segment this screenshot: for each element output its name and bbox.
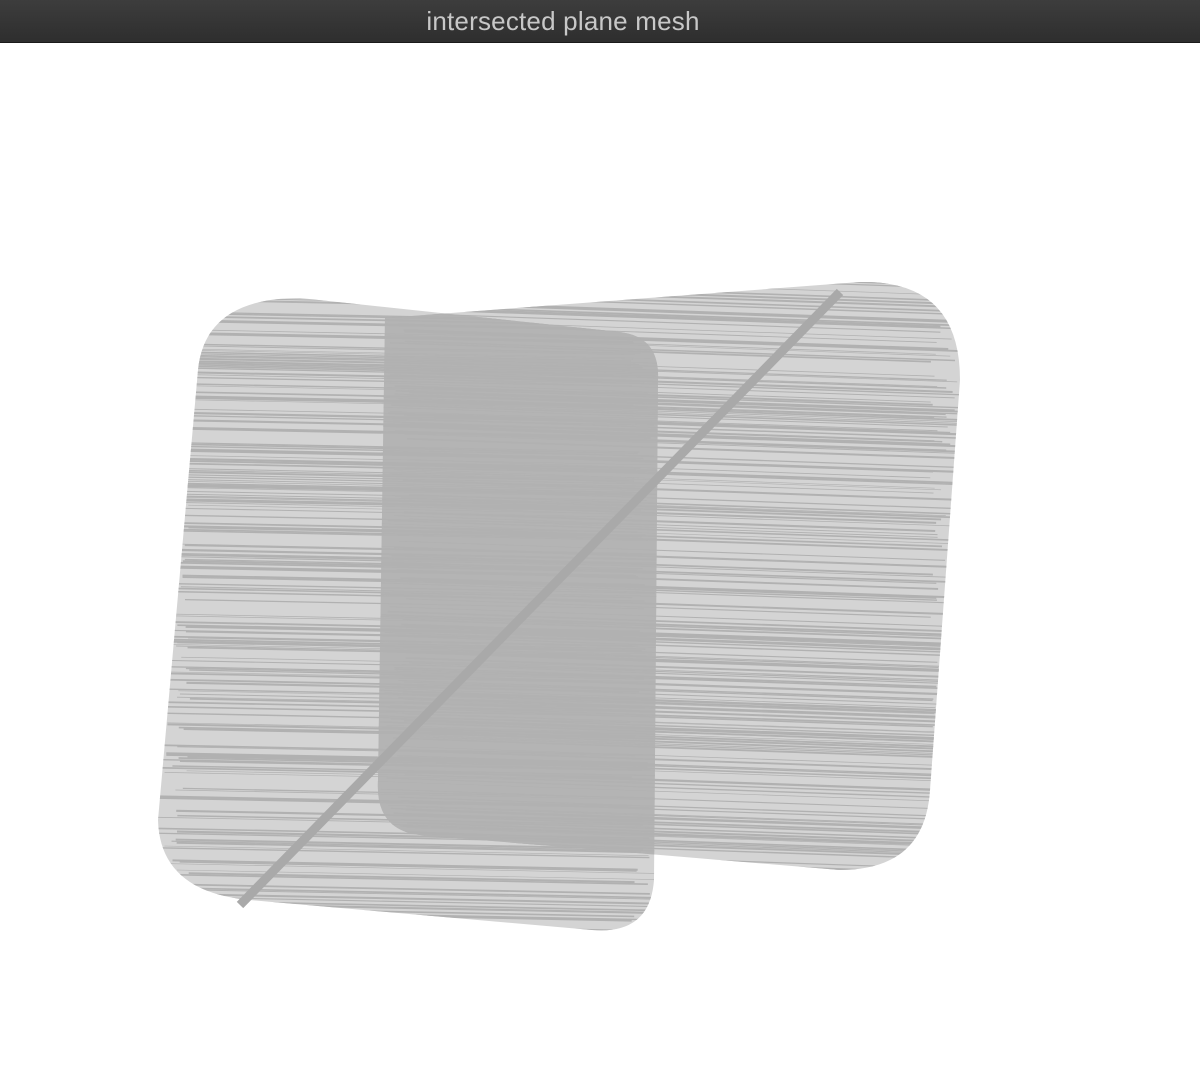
mesh-scanline <box>396 252 959 272</box>
mesh-scanline <box>182 283 665 293</box>
mesh-scanline <box>184 937 646 946</box>
mesh-scanline <box>184 930 659 931</box>
render-viewport[interactable] <box>0 43 1200 1074</box>
mesh-scanline <box>172 298 641 303</box>
mesh-scanline <box>176 934 631 943</box>
mesh-scanline <box>178 280 668 290</box>
mesh-scanline <box>180 276 648 285</box>
mesh-scanline <box>396 256 937 275</box>
mesh-scanline <box>393 281 960 283</box>
mesh-scanline <box>399 281 960 287</box>
mesh-scanline <box>399 260 950 279</box>
title-bar[interactable]: intersected plane mesh <box>0 0 1200 43</box>
window-title: intersected plane mesh <box>426 5 700 36</box>
app-window: intersected plane mesh <box>0 0 1200 1074</box>
mesh-scanline <box>163 298 659 299</box>
mesh-scanline <box>377 281 941 289</box>
mesh-scanline <box>186 286 655 295</box>
mesh-scanline <box>400 258 957 278</box>
mesh-scanline <box>179 926 644 931</box>
mesh-scanline <box>378 281 956 284</box>
mesh-scanline <box>178 284 645 293</box>
mesh-scanline <box>378 281 956 286</box>
mesh-scanline <box>162 272 662 282</box>
mesh-scanline <box>183 278 661 288</box>
mesh-canvas[interactable] <box>0 43 1200 1074</box>
